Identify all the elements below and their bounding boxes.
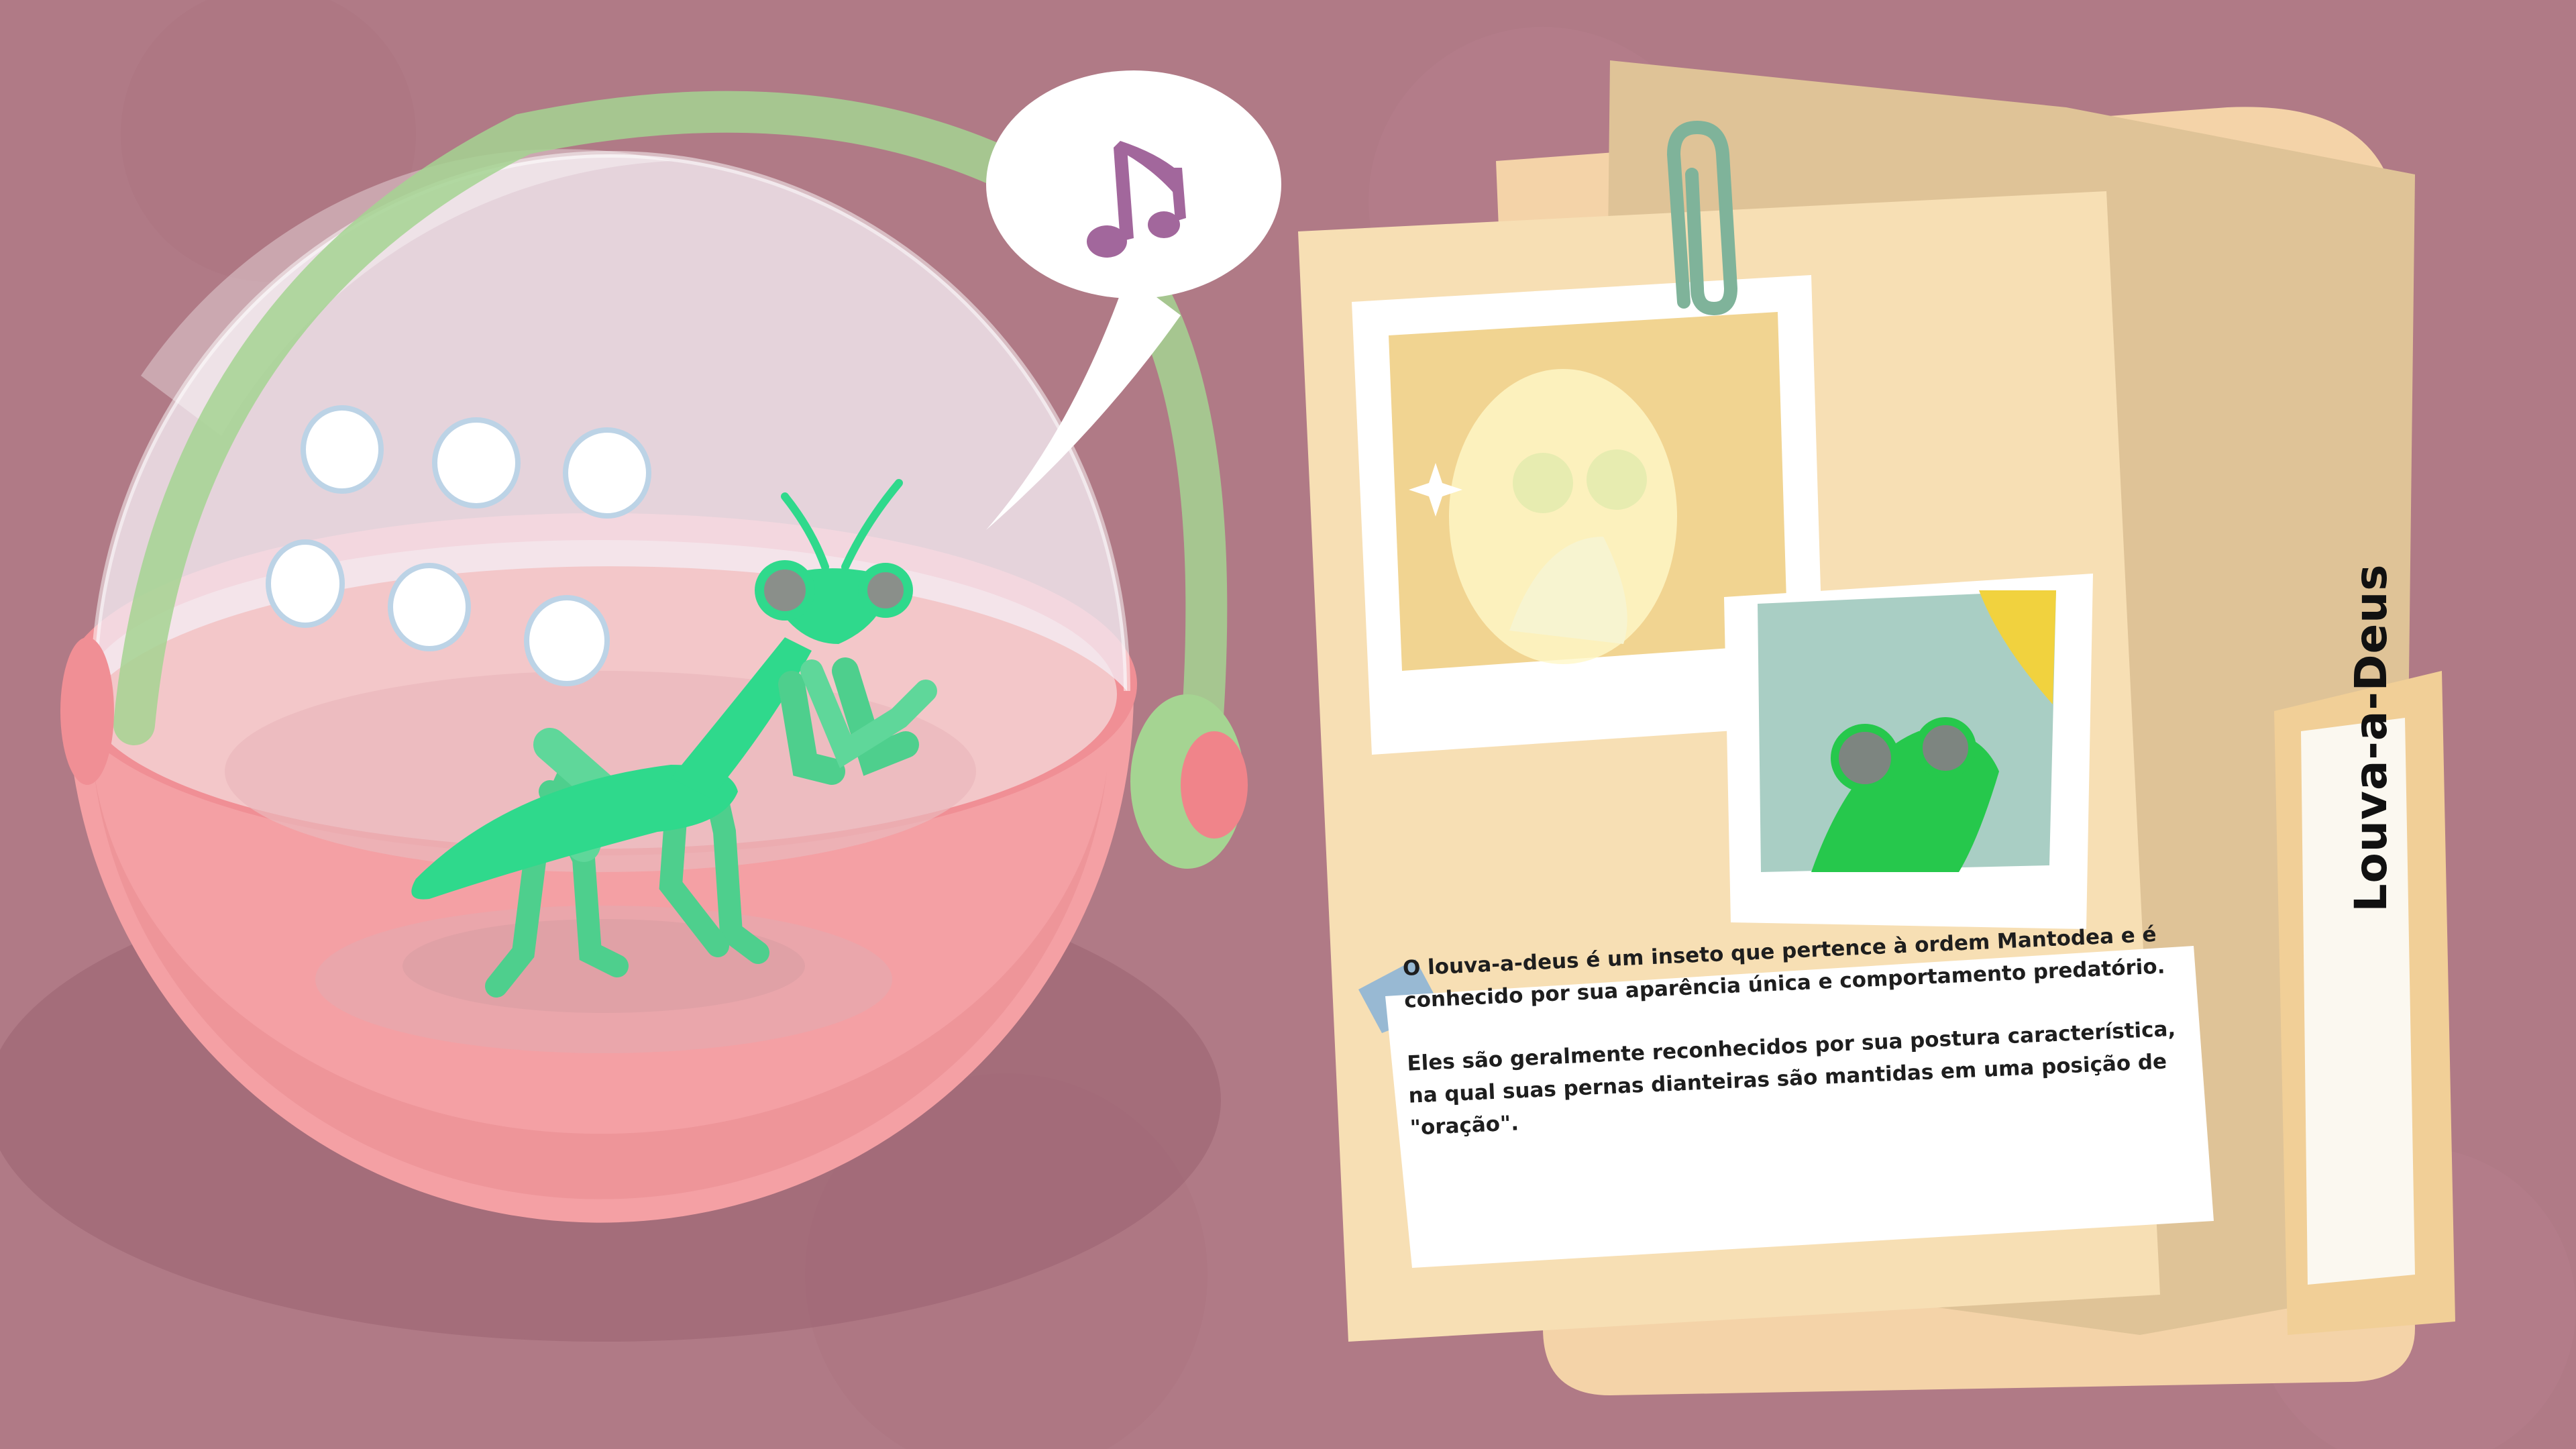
headphone-right-cup bbox=[1181, 731, 1248, 839]
headphone-left-cup bbox=[60, 637, 114, 785]
description-text: O louva-a-deus é um inseto que pertence … bbox=[1402, 916, 2208, 1274]
photo-green-mantis bbox=[1724, 574, 2093, 929]
mantis-right-eye bbox=[858, 563, 913, 618]
mantis-left-eye bbox=[755, 560, 815, 621]
description-paragraph-2: Eles são geralmente reconhecidos por sua… bbox=[1406, 1016, 2176, 1140]
folder-tab-label: Louva-a-Deus bbox=[2345, 564, 2397, 912]
